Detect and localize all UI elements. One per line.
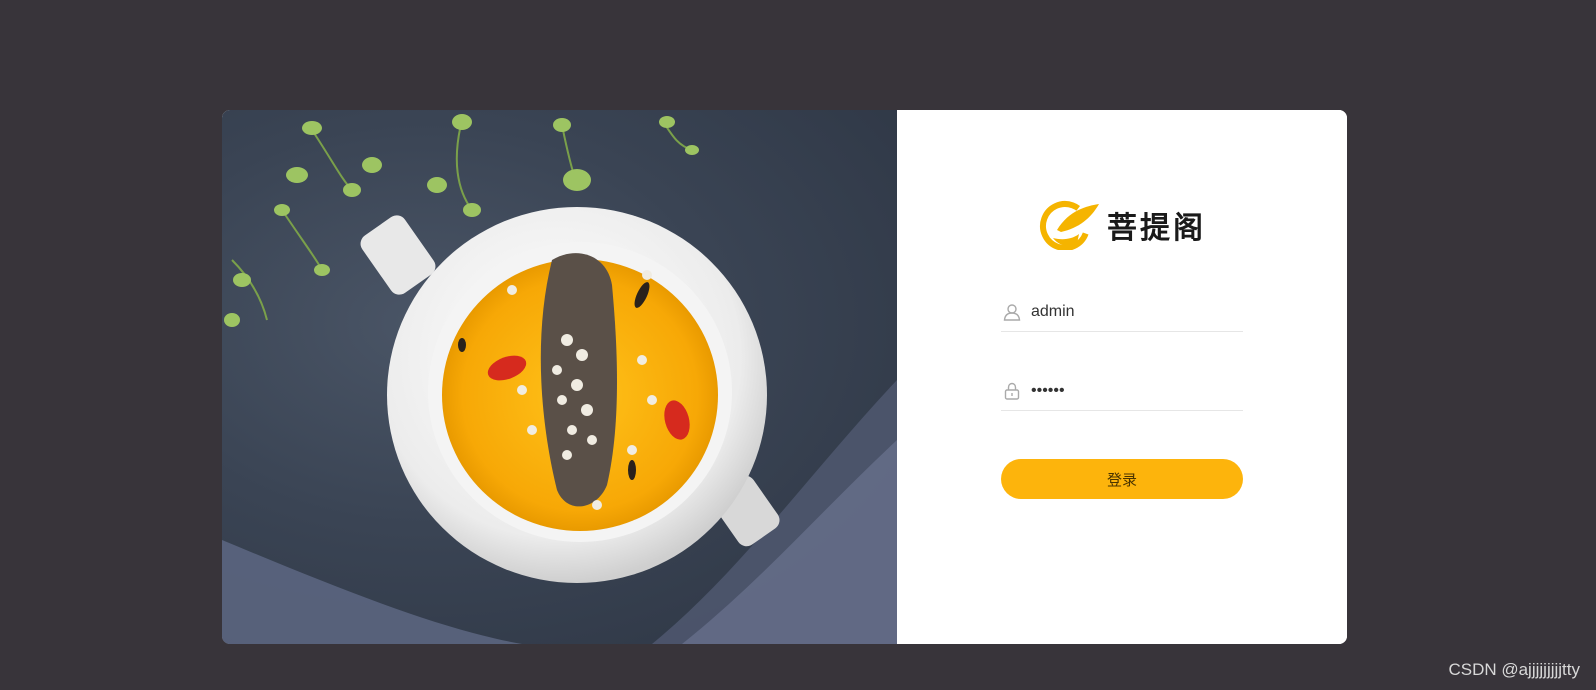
watermark-text: CSDN @ajjjjjjjjjtty bbox=[1448, 660, 1580, 679]
lock-icon bbox=[1003, 381, 1023, 401]
user-icon bbox=[1003, 302, 1023, 322]
username-field[interactable] bbox=[1001, 293, 1243, 332]
brand-name: 菩提阁 bbox=[1107, 211, 1206, 246]
password-input[interactable] bbox=[1031, 382, 1231, 400]
username-input[interactable] bbox=[1031, 303, 1231, 321]
login-button[interactable]: 登录 bbox=[1001, 459, 1243, 499]
login-panel: 菩提阁 登录 bbox=[897, 110, 1347, 644]
hero-food-image bbox=[222, 110, 897, 644]
login-card: 菩提阁 登录 bbox=[222, 110, 1347, 644]
brand-logo: 菩提阁 bbox=[1039, 200, 1206, 250]
password-field[interactable] bbox=[1001, 372, 1243, 411]
brand-emblem-icon bbox=[1040, 201, 1099, 250]
